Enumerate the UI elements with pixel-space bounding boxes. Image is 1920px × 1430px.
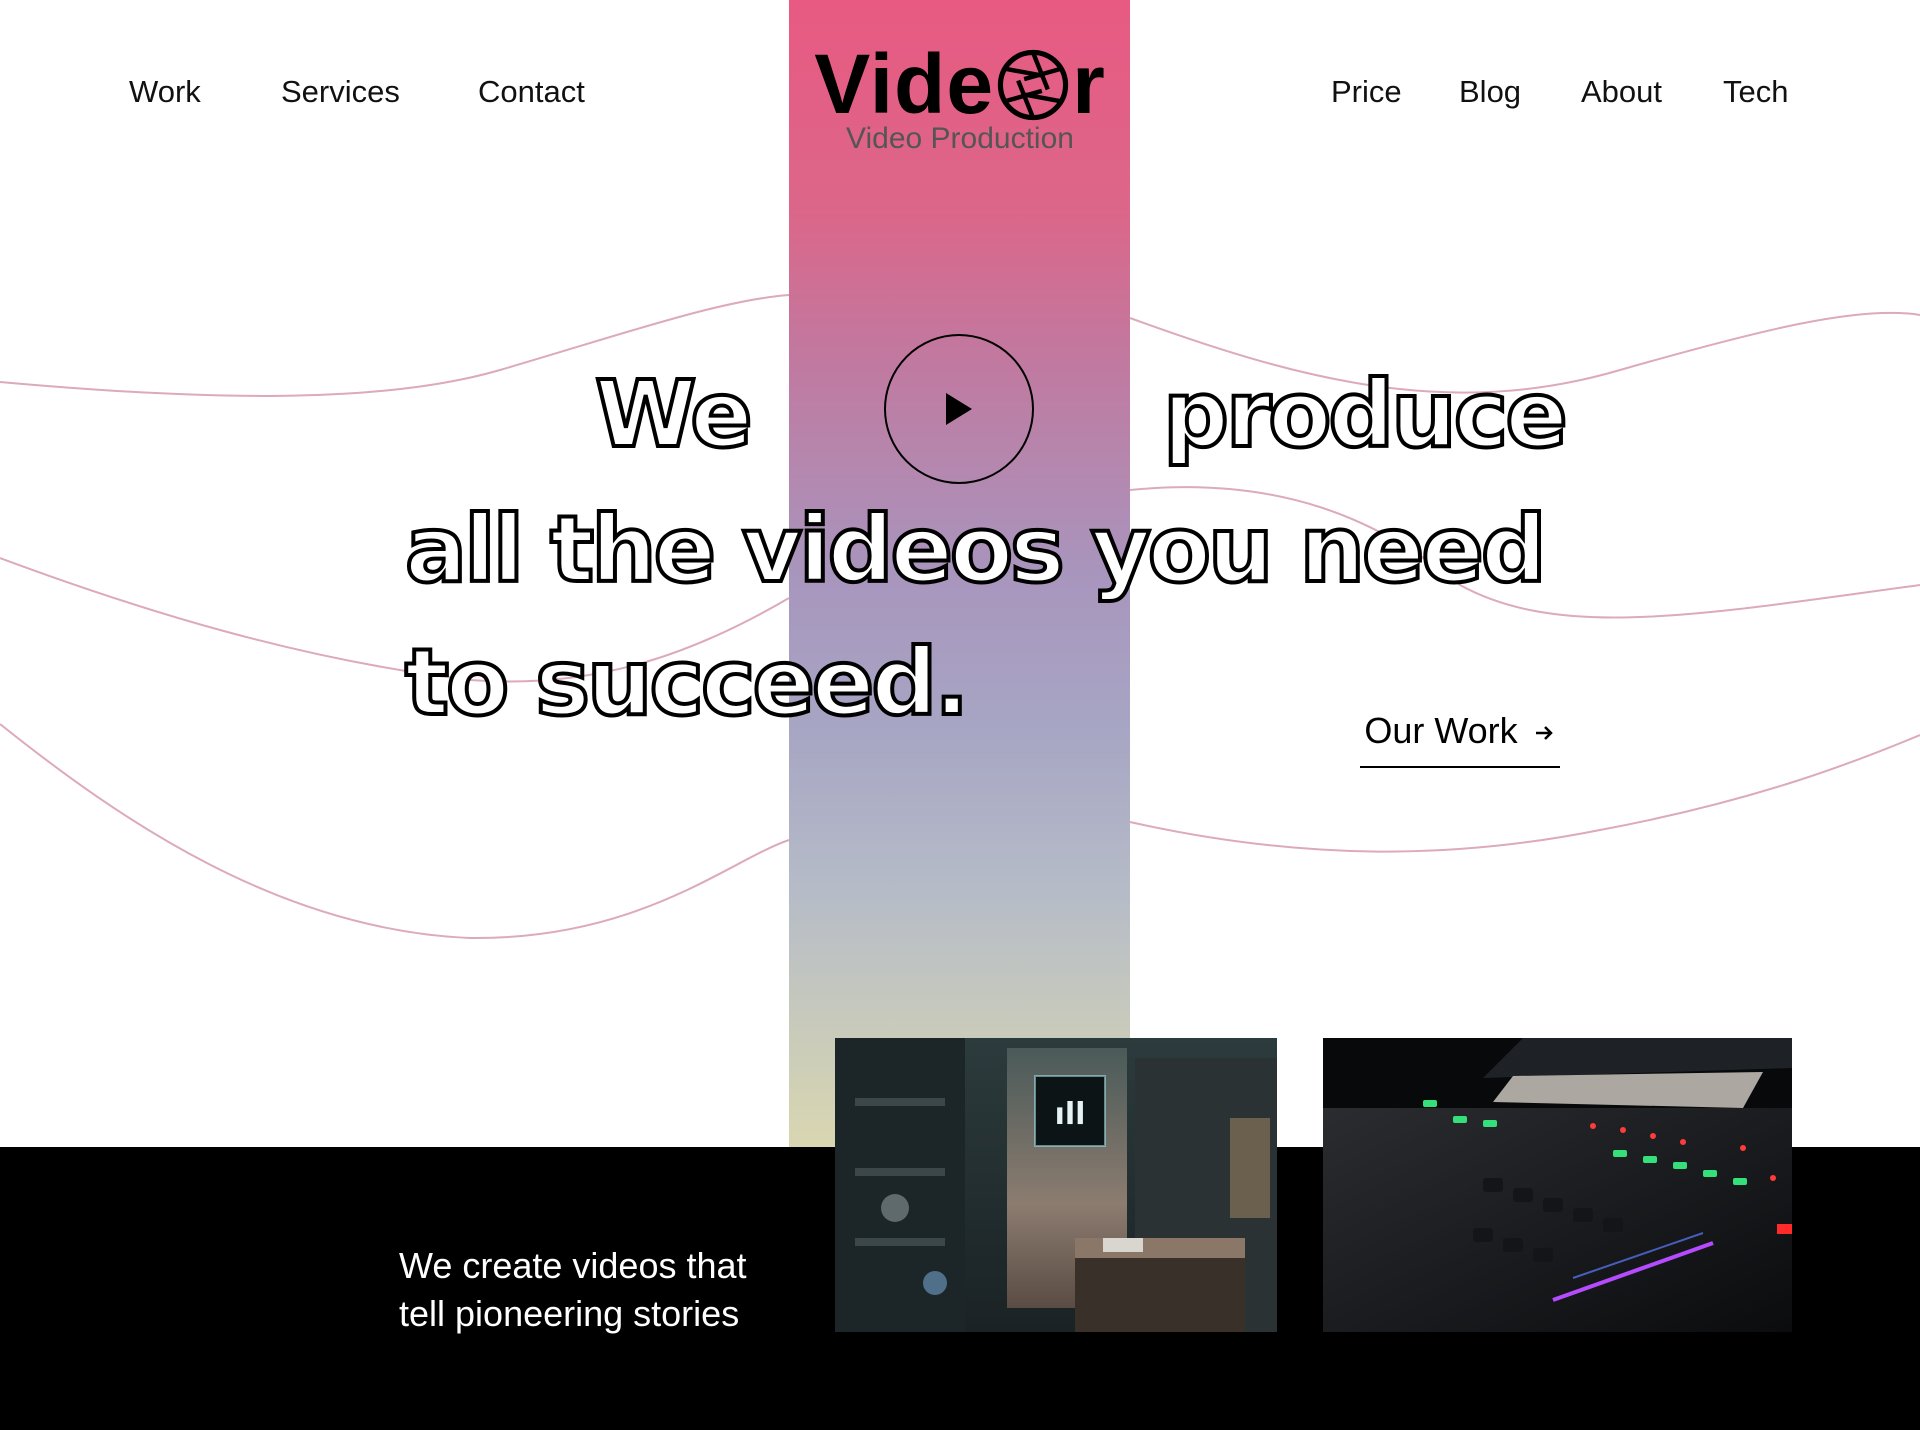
nav-item-contact[interactable]: Contact: [478, 74, 585, 110]
footer-tagline: We create videos that tell pioneering st…: [399, 1242, 779, 1338]
our-work-link[interactable]: Our Work: [1360, 710, 1560, 768]
nav-item-blog[interactable]: Blog: [1459, 74, 1521, 110]
nav-item-about[interactable]: About: [1581, 74, 1662, 110]
nav-item-tech[interactable]: Tech: [1723, 74, 1788, 110]
logo-text-start: Vide: [814, 37, 995, 131]
headline-line-3: to succeed.: [403, 629, 971, 736]
nav-item-services[interactable]: Services: [281, 74, 400, 110]
play-button[interactable]: [884, 334, 1034, 484]
tagline-line-1: We create videos that: [399, 1245, 747, 1286]
svg-text:ıll: ıll: [1055, 1097, 1086, 1132]
play-icon: [946, 393, 972, 425]
our-work-label: Our Work: [1364, 710, 1518, 751]
logo-subtitle: Video Production: [846, 122, 1074, 155]
aperture-icon: [996, 47, 1070, 121]
mixing-console-photo: [1323, 1038, 1792, 1332]
logo-text-end: r: [1072, 37, 1106, 131]
nav-item-price[interactable]: Price: [1331, 74, 1402, 110]
headline-word-we: We: [593, 361, 755, 468]
brand-logo[interactable]: Vide r Video Production: [812, 38, 1108, 156]
studio-room-photo: ıll: [835, 1038, 1277, 1332]
tagline-line-2: tell pioneering stories: [399, 1293, 740, 1334]
arrow-right-icon: [1528, 710, 1556, 752]
headline-line-2: all the videos you need: [403, 496, 1549, 603]
headline-word-produce: produce: [1161, 361, 1570, 468]
logo-wordmark: Vide r: [812, 38, 1108, 130]
nav-item-work[interactable]: Work: [129, 74, 201, 110]
